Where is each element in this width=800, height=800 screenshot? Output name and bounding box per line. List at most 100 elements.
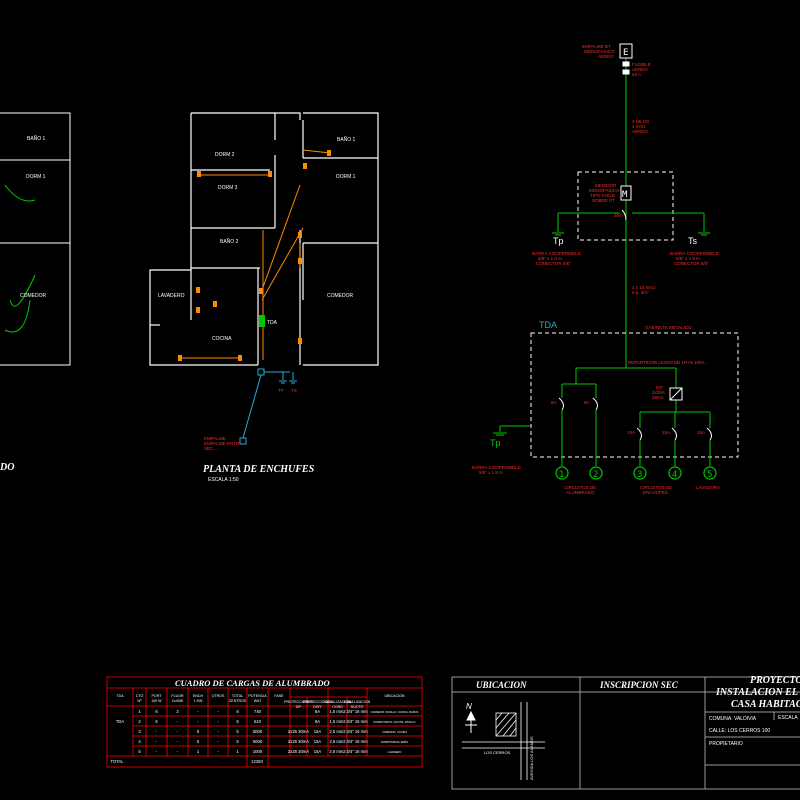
socket-feeder-label-3: SEC ...	[204, 446, 218, 451]
tp2-label: Tp	[490, 438, 501, 448]
table-cell: 3	[138, 729, 141, 734]
socket-plan-scale: ESCALA 1:50	[208, 477, 239, 483]
rail-label: REPARTIDOR LEGRAND 1P+N 100A ..	[628, 360, 708, 365]
table-cell: 740	[254, 709, 262, 714]
empalme-symbol-e: E	[623, 48, 628, 58]
table-cell: 1	[138, 709, 141, 714]
feeder-label-3: AEREO	[632, 129, 648, 134]
table-cell: 15A	[314, 729, 322, 734]
load-table-title: CUADRO DE CARGAS DE ALUMBRADO	[175, 678, 330, 688]
table-cell: 6	[155, 709, 158, 714]
table-cell: -	[156, 749, 158, 754]
street-vertical-label: AVENIDA LOS ALAMOS	[529, 736, 534, 780]
table-cell: 6A	[315, 709, 320, 714]
room-dorm1: DORM 1	[336, 174, 356, 180]
room-bano1: BAÑO 1	[337, 136, 356, 143]
table-header-cell: POTENCIA	[248, 694, 267, 698]
table-cell: -	[177, 719, 179, 724]
table-header-cell: ENCH	[193, 694, 204, 698]
left-floor-plan	[0, 112, 71, 366]
table-cell: 1	[197, 749, 200, 754]
breaker-outlet-3: 15A	[697, 430, 705, 435]
room-cocina: COCINA	[212, 336, 232, 342]
table-header-cell: TOTAL	[232, 694, 243, 698]
table-total-label: TOTAL	[110, 759, 124, 764]
table-cell: 3/4" 16 mm	[346, 729, 368, 734]
table-cell: 5000	[253, 729, 263, 734]
table-header-cell: CENTROS	[229, 699, 247, 703]
table-cell: 2x25 30mA	[288, 729, 309, 734]
table-cell: -	[177, 739, 179, 744]
table-cell: LAVADERO	[388, 750, 402, 754]
table-cell: DORMITORIOS, COCINA, PASILLO	[373, 720, 415, 724]
table-cell: 2x25 30mA	[288, 739, 309, 744]
north-arrow-icon	[465, 710, 477, 733]
table-header-cell: 2x40W	[172, 699, 184, 703]
dif-label-3: 30mA	[652, 395, 664, 400]
table-cell: -	[177, 729, 179, 734]
table-cell: 15A	[314, 739, 322, 744]
washer-group-label: LAVADORA	[696, 485, 720, 490]
tda-feeder-label-2: e.p. 3/4"	[632, 290, 649, 295]
lighting-group-label-2: ALUMBRADO	[566, 490, 595, 495]
table-cell: 2,5 mm2	[329, 749, 346, 754]
table-cell: 2,5 mm2	[329, 729, 346, 734]
table-cell: 2	[138, 719, 141, 724]
outlet-wiring	[180, 149, 331, 360]
table-header-cell: CTO	[136, 694, 144, 698]
breaker-outlet-2: 15A	[662, 430, 670, 435]
table-cell: -	[217, 719, 219, 724]
circuit-number-5: 5	[707, 470, 712, 480]
table-cell: -	[156, 739, 158, 744]
table-cell: 2x25 30mA	[288, 749, 309, 754]
load-table-cells: TDA CTONº PORT100 W FLUOR2x40W ENCH1 KW OTROS…	[110, 694, 418, 764]
table-cell: -	[197, 719, 199, 724]
table-header-cell: CANALIZACION	[344, 700, 371, 704]
ground-label-tp: TP	[278, 388, 284, 393]
meter-symbol-m: M	[622, 190, 628, 200]
socket-plan-feeder	[239, 368, 297, 445]
left-room-dorm1: DORM 1	[26, 174, 46, 180]
room-comedor: COMEDOR	[327, 293, 354, 299]
room-dorm2: DORM 2	[215, 152, 235, 158]
street-horizontal-label: LOS CERROS	[484, 750, 511, 755]
project-title-line-2: INSTALACION EL	[715, 687, 798, 698]
socket-plan-title: PLANTA DE ENCHUFES	[203, 464, 315, 475]
table-cell: 6	[155, 719, 158, 724]
table-cell: -	[217, 709, 219, 714]
table-cell: -	[217, 739, 219, 744]
ts-label: Ts	[688, 236, 698, 246]
outlet-group-label-2: ENCHUFES	[643, 490, 668, 495]
table-cell: 5	[197, 739, 200, 744]
table-cell: -	[177, 749, 179, 754]
tda-box-label: TDA	[539, 320, 557, 330]
circuit-terminals	[555, 466, 717, 480]
left-room-comedor: COMEDOR	[20, 293, 47, 299]
table-cell: 3/4" 16 mm	[346, 709, 368, 714]
project-title-line-3: CASA HABITAC	[731, 699, 800, 710]
table-header-cell: OTROS	[212, 694, 225, 698]
left-plan-title: DO	[0, 462, 14, 473]
breaker-outlet-1: 15A	[627, 430, 635, 435]
table-cell: 5000	[253, 739, 263, 744]
table-cell: 1	[236, 749, 239, 754]
empalme-label-3: AEREO	[598, 54, 614, 59]
table-cell: 3/4" 16 mm	[346, 719, 368, 724]
table-cell: 5	[138, 749, 141, 754]
table-cell: -	[217, 729, 219, 734]
table-cell: -	[217, 749, 219, 754]
fuse-label-3: 63 A	[632, 72, 641, 77]
table-header-cell: FLUOR	[171, 694, 184, 698]
circuit-number-3: 3	[637, 470, 642, 480]
meter-breaker-label: 25A	[614, 213, 622, 218]
project-title-line-1: PROYECTO	[750, 675, 800, 686]
north-label: N	[466, 702, 472, 711]
socket-floor-plan	[149, 112, 379, 366]
calle-field: CALLE: LOS CERROS 100	[709, 728, 770, 734]
meter-label-4: SOBRE PT	[592, 198, 615, 203]
breaker-light-2: 6A	[584, 400, 590, 405]
table-cell: 1000	[253, 749, 263, 754]
cad-drawing: BAÑO 1 DORM 1 COMEDOR DO TDA BAÑO 1 DORM…	[0, 43, 800, 790]
comuna-field: COMUNA: VALDIVIA	[709, 716, 757, 722]
table-cell: 4	[138, 739, 141, 744]
